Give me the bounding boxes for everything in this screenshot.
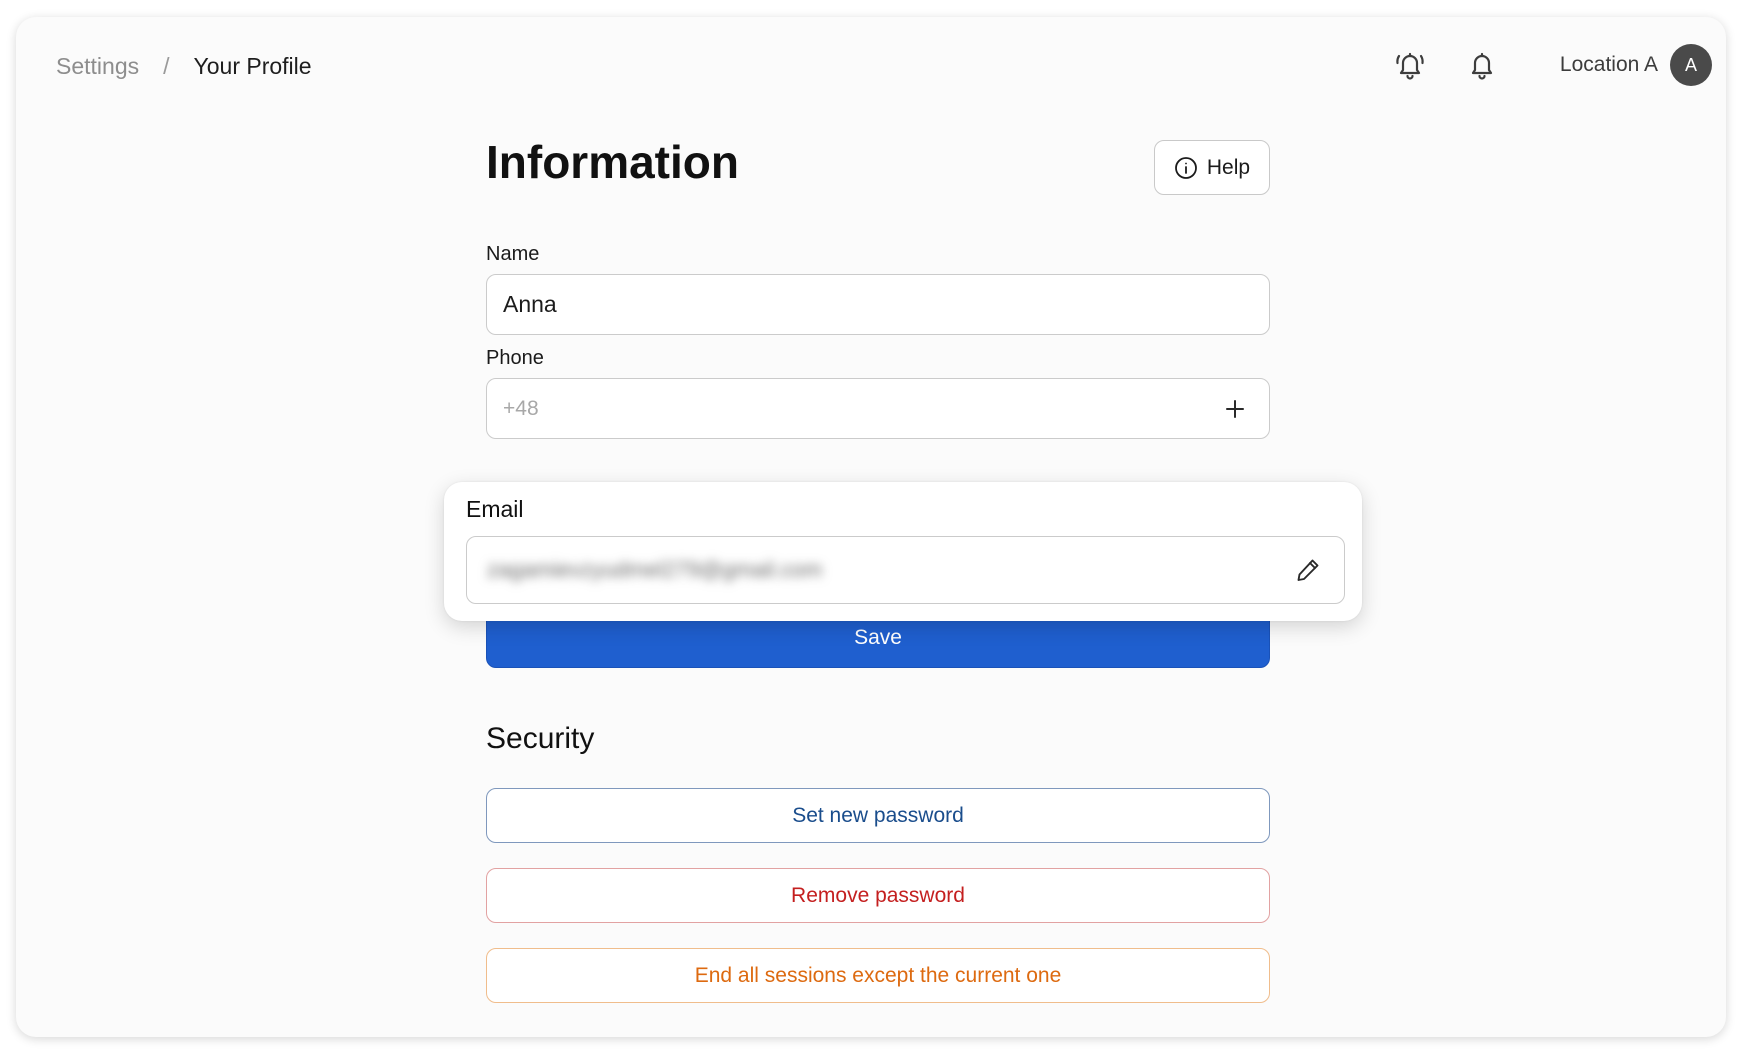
set-new-password-button[interactable]: Set new password	[486, 788, 1270, 843]
remove-password-button[interactable]: Remove password	[486, 868, 1270, 923]
email-field[interactable]: zagamievzyudmel279@gmail.com	[466, 536, 1345, 604]
email-label: Email	[466, 496, 524, 522]
name-value: Anna	[503, 291, 557, 317]
email-value-blurred: zagamievzyudmel279@gmail.com	[487, 557, 823, 582]
breadcrumb: Settings / Your Profile	[56, 49, 312, 83]
name-field[interactable]: Anna	[486, 274, 1270, 335]
breadcrumb-separator: /	[163, 52, 170, 79]
phone-label: Phone	[486, 347, 544, 369]
bell-icon[interactable]	[1460, 43, 1504, 87]
name-label: Name	[486, 243, 540, 265]
help-button[interactable]: Help	[1154, 140, 1270, 195]
page-title: Information	[486, 136, 739, 188]
topbar-actions: Location A A	[1388, 43, 1712, 87]
info-circle-icon	[1174, 156, 1198, 180]
location-label[interactable]: Location A	[1560, 53, 1658, 77]
breadcrumb-current: Your Profile	[193, 52, 312, 79]
phone-placeholder: +48	[503, 396, 539, 420]
email-card: Email zagamievzyudmel279@gmail.com	[444, 482, 1362, 621]
help-button-label: Help	[1206, 155, 1251, 179]
profile-settings-window: Settings / Your Profile Location A A Inf…	[16, 17, 1726, 1037]
alarm-bell-icon[interactable]	[1388, 43, 1432, 87]
avatar[interactable]: A	[1670, 44, 1712, 86]
phone-field[interactable]: +48	[486, 378, 1270, 439]
pencil-icon[interactable]	[1290, 552, 1326, 588]
security-title: Security	[486, 722, 595, 755]
plus-icon[interactable]	[1217, 391, 1253, 427]
end-sessions-button[interactable]: End all sessions except the current one	[486, 948, 1270, 1003]
breadcrumb-settings-link[interactable]: Settings	[56, 53, 139, 80]
